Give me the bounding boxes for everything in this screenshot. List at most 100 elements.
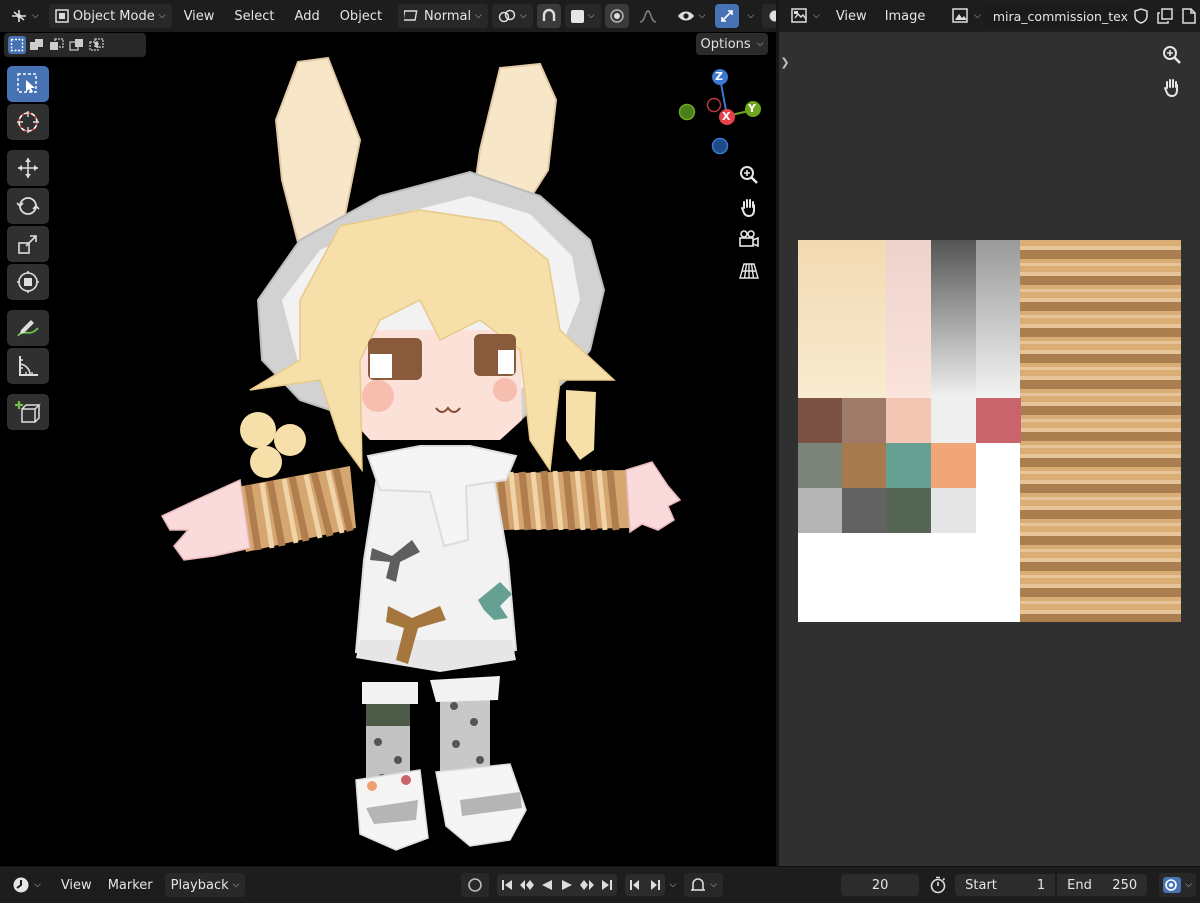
pan-button[interactable] (734, 192, 764, 222)
current-frame-field[interactable]: 20 (841, 874, 920, 896)
play-reverse-button[interactable] (537, 874, 558, 896)
rotate-icon (16, 194, 40, 218)
cursor-icon (15, 109, 41, 135)
snap-target-dropdown[interactable]: ⌵ (564, 4, 601, 28)
keyframe-type-dropdown[interactable]: ⌵ (684, 873, 724, 897)
select-mode-extend[interactable] (28, 36, 46, 54)
viewport-navigation (734, 160, 766, 288)
shield-icon (1133, 8, 1149, 24)
timeline-editor-type-button[interactable]: ⌵ (6, 873, 47, 897)
duplicate-image-button[interactable] (1154, 4, 1176, 28)
tool-shelf (7, 66, 49, 432)
transform-orientation-label: Normal (424, 8, 472, 24)
visibility-icon (677, 9, 695, 23)
menu-add[interactable]: Add (287, 4, 328, 28)
autokey-toggle[interactable] (461, 873, 490, 897)
jump-keyframe-prev-button[interactable] (517, 874, 538, 896)
jump-start-button[interactable] (497, 874, 518, 896)
keyframe-icon (690, 877, 706, 893)
add-cube-icon (15, 399, 41, 425)
hand-icon (1162, 77, 1182, 97)
new-image-button[interactable] (1178, 4, 1200, 28)
tool-transform[interactable] (7, 264, 49, 300)
gizmo-dropdown[interactable]: ⌵ (743, 4, 758, 28)
select-mode-invert[interactable] (68, 36, 86, 54)
fake-user-button[interactable] (1130, 4, 1152, 28)
snap-target-icon (570, 9, 584, 23)
proportional-falloff-dropdown[interactable] (633, 4, 663, 28)
use-preview-range-button[interactable] (925, 873, 951, 897)
timeline-view-options-button[interactable]: ⌵ (1159, 873, 1196, 897)
select-mode-new[interactable] (8, 36, 26, 54)
tool-add-cube[interactable] (7, 394, 49, 430)
playback-dropdown[interactable]: Playback ⌵ (164, 873, 246, 897)
navigation-gizmo[interactable]: Z Y X (676, 64, 772, 160)
grid-icon (739, 261, 759, 281)
pivot-icon (498, 9, 516, 23)
tool-select-box[interactable] (7, 66, 49, 102)
tl-menu-marker[interactable]: Marker (100, 873, 161, 897)
jump-end-button[interactable] (597, 874, 618, 896)
start-frame-field[interactable]: Start 1 (955, 874, 1056, 896)
select-mode-subtract[interactable] (48, 36, 66, 54)
transform-orientation-icon (404, 9, 420, 23)
ie-navigation (1157, 40, 1189, 104)
object-mode-dropdown[interactable]: Object Mode ⌵ (48, 4, 172, 28)
tool-measure[interactable] (7, 348, 49, 384)
menu-select[interactable]: Select (226, 4, 282, 28)
tool-rotate[interactable] (7, 188, 49, 224)
annotate-icon (15, 316, 41, 340)
zoom-button[interactable] (734, 160, 764, 190)
falloff-curve-icon (639, 9, 657, 23)
image-editor-type-button[interactable]: ⌵ (785, 4, 826, 28)
frame-next-button[interactable] (645, 874, 666, 896)
frame-prev-button[interactable] (625, 874, 646, 896)
menu-view[interactable]: View (176, 4, 223, 28)
jump-keyframe-next-button[interactable] (577, 874, 598, 896)
frame-step-controls (625, 874, 666, 896)
character-model[interactable] (150, 50, 690, 860)
ie-sidebar-toggle[interactable]: ❯ (779, 52, 791, 72)
tool-annotate[interactable] (7, 310, 49, 346)
snap-toggle[interactable] (536, 4, 561, 28)
zoom-icon (739, 165, 759, 185)
editor-type-3d-icon (10, 8, 28, 24)
tl-menu-view[interactable]: View (53, 873, 100, 897)
start-label: Start (965, 877, 997, 893)
perspective-toggle-button[interactable] (734, 256, 764, 286)
select-mode-intersect[interactable] (88, 36, 106, 54)
end-frame-field[interactable]: End 250 (1057, 874, 1148, 896)
hand-icon (739, 197, 759, 217)
selection-mode-group (4, 33, 146, 57)
gizmo-x-label: X (722, 110, 731, 123)
ie-menu-view[interactable]: View (828, 4, 875, 28)
options-label: Options (700, 36, 751, 52)
image-browse-button[interactable]: ⌵ (950, 4, 983, 28)
ie-pan-button[interactable] (1157, 72, 1187, 102)
frame-range: Start 1 End 250 (955, 874, 1148, 896)
menu-object[interactable]: Object (332, 4, 390, 28)
editor-type-button[interactable]: ⌵ (4, 4, 45, 28)
keying-dropdown[interactable]: ⌵ (665, 873, 680, 897)
transform-orientation-dropdown[interactable]: Normal ⌵ (398, 4, 488, 28)
timeline-header: ⌵ View Marker Playback ⌵ ⌵ ⌵ 20 Start 1 … (0, 866, 1200, 903)
snap-icon (541, 8, 557, 24)
tool-cursor[interactable] (7, 104, 49, 140)
camera-icon (738, 229, 760, 249)
gizmo-toggle[interactable] (715, 4, 740, 28)
pivot-dropdown[interactable]: ⌵ (491, 4, 533, 28)
3d-viewport[interactable]: ⌵ Object Mode ⌵ View Select Add Object N… (0, 0, 819, 866)
options-dropdown[interactable]: Options ⌵ (696, 33, 768, 55)
texture-image[interactable] (798, 240, 1181, 622)
image-name-field[interactable]: mira_commission_text.png (984, 4, 1128, 28)
tool-move[interactable] (7, 150, 49, 186)
ie-zoom-button[interactable] (1157, 40, 1187, 70)
ie-menu-image[interactable]: Image (877, 4, 934, 28)
play-button[interactable] (557, 874, 578, 896)
image-editor[interactable]: ⌵ View Image ⌵ mira_commission_text.png (779, 0, 1200, 866)
visibility-dropdown[interactable]: ⌵ (671, 4, 712, 28)
tool-scale[interactable] (7, 226, 49, 262)
proportional-toggle[interactable] (604, 4, 629, 28)
end-label: End (1067, 877, 1092, 893)
camera-view-button[interactable] (734, 224, 764, 254)
